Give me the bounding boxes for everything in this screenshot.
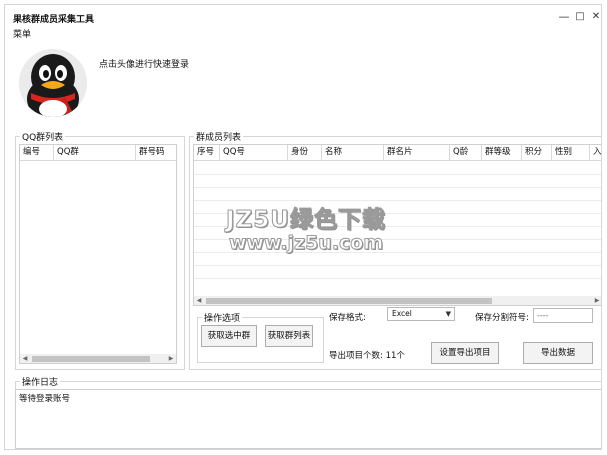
save-format-label: 保存格式: <box>329 313 366 323</box>
set-export-items-button[interactable]: 设置导出项目 <box>431 342 499 364</box>
get-group-list-button[interactable]: 获取群列表 <box>265 325 313 347</box>
col-header[interactable]: 编号 <box>20 145 54 160</box>
grid-line <box>194 213 601 214</box>
qq-group-table[interactable]: 编号 QQ群 群号码 ◀ ▶ <box>19 144 177 364</box>
scroll-right-icon[interactable]: ▶ <box>592 296 601 305</box>
col-header[interactable]: QQ号 <box>220 145 288 160</box>
scroll-thumb[interactable] <box>206 298 492 304</box>
col-header[interactable]: 入 <box>590 145 601 160</box>
col-header[interactable]: 群名片 <box>384 145 450 160</box>
separator-label: 保存分割符号: <box>475 313 529 323</box>
grid-line <box>194 174 601 175</box>
qq-group-legend: QQ群列表 <box>22 133 64 143</box>
operations-legend: 操作选项 <box>204 314 241 324</box>
grid-line <box>194 278 601 279</box>
grid-line <box>194 187 601 188</box>
get-selected-group-button[interactable]: 获取选中群 <box>201 325 257 347</box>
col-header[interactable]: 名称 <box>322 145 384 160</box>
menu-item[interactable]: 菜单 <box>13 27 31 40</box>
grid-line <box>194 200 601 201</box>
col-header[interactable]: 性别 <box>552 145 590 160</box>
qq-group-hscrollbar[interactable]: ◀ ▶ <box>20 354 176 363</box>
maximize-icon[interactable]: □ <box>573 10 587 24</box>
col-header[interactable]: 积分 <box>522 145 552 160</box>
save-format-value: Excel <box>392 309 412 318</box>
member-table[interactable]: 序号 QQ号 身份 名称 群名片 Q龄 群等级 积分 性别 入 ◀ ▶ <box>193 144 601 306</box>
col-header[interactable]: 群等级 <box>482 145 522 160</box>
col-header[interactable]: 身份 <box>288 145 322 160</box>
col-header[interactable]: 序号 <box>194 145 220 160</box>
scroll-right-icon[interactable]: ▶ <box>166 354 176 363</box>
col-header[interactable]: Q龄 <box>450 145 482 160</box>
log-legend: 操作日志 <box>22 378 59 388</box>
log-textarea[interactable]: 等待登录账号 <box>15 389 601 449</box>
qq-group-header: 编号 QQ群 群号码 <box>20 145 176 161</box>
grid-line <box>194 226 601 227</box>
col-header[interactable]: QQ群 <box>54 145 136 160</box>
member-legend: 群成员列表 <box>196 133 242 143</box>
grid-line <box>194 252 601 253</box>
minimize-icon[interactable]: — <box>557 10 571 24</box>
scroll-left-icon[interactable]: ◀ <box>20 354 30 363</box>
close-icon[interactable]: ✕ <box>589 10 601 24</box>
login-hint: 点击头像进行快速登录 <box>99 60 190 70</box>
col-header[interactable]: 群号码 <box>136 145 176 160</box>
chevron-down-icon: ▼ <box>445 310 451 318</box>
qq-penguin-icon[interactable] <box>19 49 87 117</box>
app-window: 果核群成员采集工具 — □ ✕ 菜单 点击头像进行快速登录 QQ群列表 编号 Q… <box>4 4 602 450</box>
separator-input[interactable]: ---- <box>533 308 593 323</box>
grid-line <box>194 239 601 240</box>
member-hscrollbar[interactable]: ◀ ▶ <box>194 296 601 305</box>
export-data-button[interactable]: 导出数据 <box>523 342 593 364</box>
scroll-thumb[interactable] <box>32 356 150 362</box>
member-header: 序号 QQ号 身份 名称 群名片 Q龄 群等级 积分 性别 入 <box>194 145 601 161</box>
grid-line <box>194 265 601 266</box>
log-text: 等待登录账号 <box>19 394 71 404</box>
export-count-label: 导出项目个数: 11个 <box>329 351 405 361</box>
save-format-select[interactable]: Excel ▼ <box>387 307 455 321</box>
window-title: 果核群成员采集工具 <box>13 15 95 25</box>
scroll-left-icon[interactable]: ◀ <box>194 296 204 305</box>
